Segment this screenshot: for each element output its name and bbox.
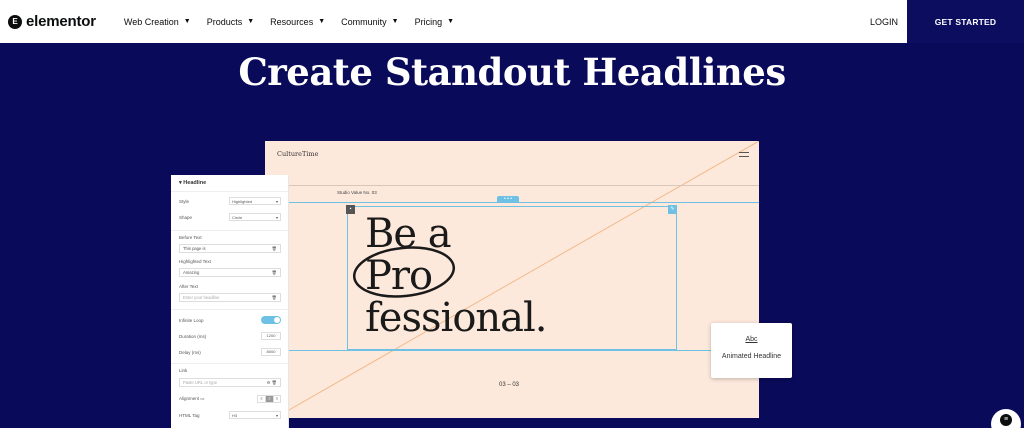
- link-label: Link: [179, 368, 188, 373]
- trash-icon[interactable]: 🗑: [272, 246, 277, 252]
- menu-label: Web Creation: [123, 16, 179, 27]
- elementor-logo[interactable]: E elementor: [8, 13, 96, 30]
- alignment-control: Alignment ▭ ≡ ≡ ≡: [179, 395, 281, 403]
- alignment-buttons: ≡ ≡ ≡: [257, 395, 281, 403]
- after-text-input[interactable]: Enter your headline 🗑: [179, 293, 281, 302]
- align-left-icon[interactable]: ≡: [257, 395, 265, 403]
- logo-text: elementor: [26, 13, 96, 30]
- menu-products[interactable]: Products ▼: [207, 17, 254, 27]
- section-handle-icon[interactable]: • • •: [497, 196, 519, 203]
- divider: [171, 363, 289, 364]
- alignment-label-text: Alignment: [179, 396, 200, 401]
- elementor-logo-icon: E: [8, 14, 22, 29]
- headline-after: fessional.: [365, 295, 548, 341]
- trash-icon[interactable]: 🗑: [272, 270, 277, 276]
- style-label: Style: [179, 198, 190, 204]
- widget-label: Animated Headline: [721, 353, 782, 360]
- chevron-down-icon: ▼: [447, 18, 455, 25]
- html-tag-select[interactable]: H3 ▾: [229, 411, 281, 419]
- menu-pricing[interactable]: Pricing ▼: [415, 17, 454, 27]
- get-started-button[interactable]: GET STARTED: [907, 0, 1024, 43]
- link-placeholder: Paste URL or type: [183, 380, 218, 385]
- menu-community[interactable]: Community ▼: [341, 17, 398, 27]
- hero-title: Create Standout Headlines: [238, 50, 786, 94]
- headline-highlight: Pro: [365, 253, 433, 299]
- duration-control: Duration (ms) 1200: [179, 332, 281, 340]
- animated-headline-widget[interactable]: Abc Animated Headline: [711, 323, 792, 378]
- duration-label: Duration (ms): [179, 333, 207, 339]
- delay-control: Delay (ms) 8000: [179, 348, 281, 356]
- highlighted-text-value: Amazing: [183, 270, 200, 275]
- shape-control: Shape Circle ▾: [179, 213, 281, 221]
- loop-label: Infinite Loop: [179, 317, 204, 323]
- menu-label: Resources: [270, 16, 314, 27]
- align-right-icon[interactable]: ≡: [273, 395, 281, 403]
- after-text-label: After Text: [179, 284, 198, 289]
- chat-button[interactable]: ≡: [991, 409, 1021, 428]
- panel-title-text: Headline: [183, 180, 207, 186]
- widget-handle-icon[interactable]: ▪: [346, 205, 355, 214]
- chevron-down-icon: ▼: [183, 18, 191, 25]
- trash-icon[interactable]: 🗑: [272, 295, 277, 301]
- before-text-value: This page is: [183, 246, 206, 251]
- edit-pencil-icon[interactable]: ✎: [668, 205, 677, 214]
- chevron-down-icon: ▾: [275, 412, 278, 418]
- alignment-label: Alignment ▭: [179, 396, 205, 401]
- top-nav: E elementor Web Creation ▼ Products ▼ Reso…: [0, 0, 1024, 43]
- shape-value: Circle: [232, 214, 243, 220]
- gear-icon[interactable]: ⚙ 🗑: [267, 380, 277, 386]
- menu-label: Products: [206, 16, 243, 27]
- menu-resources[interactable]: Resources ▼: [270, 17, 325, 27]
- html-tag-value: H3: [232, 412, 238, 418]
- before-text-input[interactable]: This page is 🗑: [179, 244, 281, 253]
- canvas-brand: CultureTime: [277, 150, 319, 158]
- delay-label: Delay (ms): [179, 349, 201, 355]
- style-control: Style Highlighted ▾: [179, 197, 281, 205]
- duration-input[interactable]: 1200: [261, 332, 281, 340]
- main-menu: Web Creation ▼ Products ▼ Resources ▼ Commu…: [124, 17, 470, 27]
- html-tag-label: HTML Tag: [179, 412, 200, 418]
- panel-title[interactable]: ▾ Headline: [171, 175, 288, 192]
- style-value: Highlighted: [232, 198, 253, 204]
- highlighted-text-label: Highlighted Text: [179, 259, 211, 264]
- section-outline: [265, 350, 759, 351]
- editor-canvas-preview: CultureTime Studio Value No. 03 • • • ▪ …: [265, 141, 759, 418]
- style-select[interactable]: Highlighted ▾: [229, 197, 281, 205]
- html-tag-control: HTML Tag H3 ▾: [179, 411, 281, 419]
- chevron-down-icon: ▼: [247, 18, 255, 25]
- menu-web-creation[interactable]: Web Creation ▼: [124, 17, 191, 27]
- delay-input[interactable]: 8000: [261, 348, 281, 356]
- highlighted-text-input[interactable]: Amazing 🗑: [179, 268, 281, 277]
- divider: [171, 230, 289, 231]
- chevron-down-icon: ▾: [275, 214, 278, 220]
- chevron-down-icon: ▼: [318, 18, 326, 25]
- after-text-placeholder: Enter your headline: [183, 295, 220, 300]
- headline-settings-panel: ▾ Headline Style Highlighted ▾ Shape Circ…: [171, 175, 289, 428]
- chevron-down-icon: ▼: [391, 18, 399, 25]
- link-input[interactable]: Paste URL or type ⚙ 🗑: [179, 378, 281, 387]
- loop-control: Infinite Loop: [179, 316, 281, 324]
- animated-headline-icon: Abc: [745, 336, 758, 343]
- pager: 03 – 03: [499, 382, 520, 388]
- chevron-down-icon: ▾: [275, 198, 278, 204]
- divider: [171, 309, 289, 310]
- before-text-label: Before Text: [179, 235, 202, 240]
- shape-label: Shape: [179, 214, 193, 220]
- divider: [265, 185, 759, 186]
- chat-icon: ≡: [1000, 414, 1012, 426]
- menu-label: Pricing: [414, 16, 443, 27]
- loop-toggle[interactable]: [261, 316, 281, 324]
- login-link[interactable]: LOGIN: [870, 0, 898, 43]
- shape-select[interactable]: Circle ▾: [229, 213, 281, 221]
- hamburger-icon: [739, 152, 749, 157]
- align-center-icon[interactable]: ≡: [265, 395, 273, 403]
- studio-label: Studio Value No. 03: [337, 190, 377, 195]
- menu-label: Community: [341, 16, 387, 27]
